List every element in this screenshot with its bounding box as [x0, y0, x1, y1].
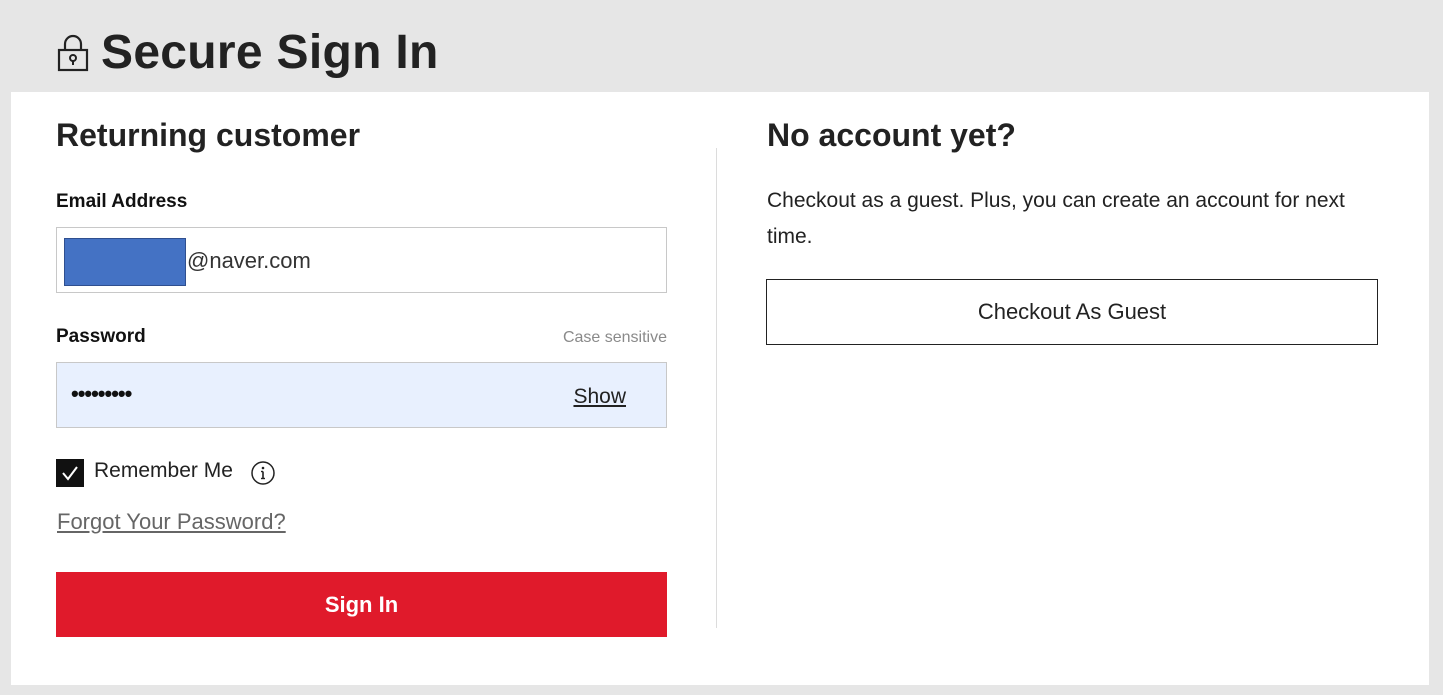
email-label: Email Address	[56, 191, 188, 212]
email-value: @naver.com	[187, 248, 311, 273]
email-field[interactable]: @naver.com	[56, 227, 667, 293]
lock-icon	[57, 34, 89, 72]
password-label: Password	[56, 326, 146, 347]
page-header: Secure Sign In	[0, 0, 1443, 92]
password-field[interactable]: ••••••••• Show	[56, 362, 667, 428]
sign-in-card: Returning customer Email Address @naver.…	[11, 92, 1429, 685]
remember-me-checkbox[interactable]	[56, 459, 84, 487]
email-redaction	[64, 238, 186, 286]
returning-customer-heading: Returning customer	[56, 117, 361, 153]
password-value: •••••••••	[71, 381, 132, 406]
guest-description: Checkout as a guest. Plus, you can creat…	[767, 189, 1345, 248]
sign-in-button[interactable]: Sign In	[56, 572, 667, 637]
show-password-link[interactable]: Show	[573, 384, 626, 410]
forgot-password-link[interactable]: Forgot Your Password?	[57, 508, 286, 536]
no-account-heading: No account yet?	[767, 117, 1016, 153]
page-title: Secure Sign In	[101, 26, 439, 79]
case-sensitive-hint: Case sensitive	[562, 329, 667, 346]
checkout-as-guest-button[interactable]: Checkout As Guest	[766, 279, 1378, 345]
column-divider	[716, 148, 717, 628]
info-icon[interactable]	[250, 460, 276, 486]
checkmark-icon	[62, 466, 78, 481]
remember-me-label[interactable]: Remember Me	[94, 458, 233, 484]
